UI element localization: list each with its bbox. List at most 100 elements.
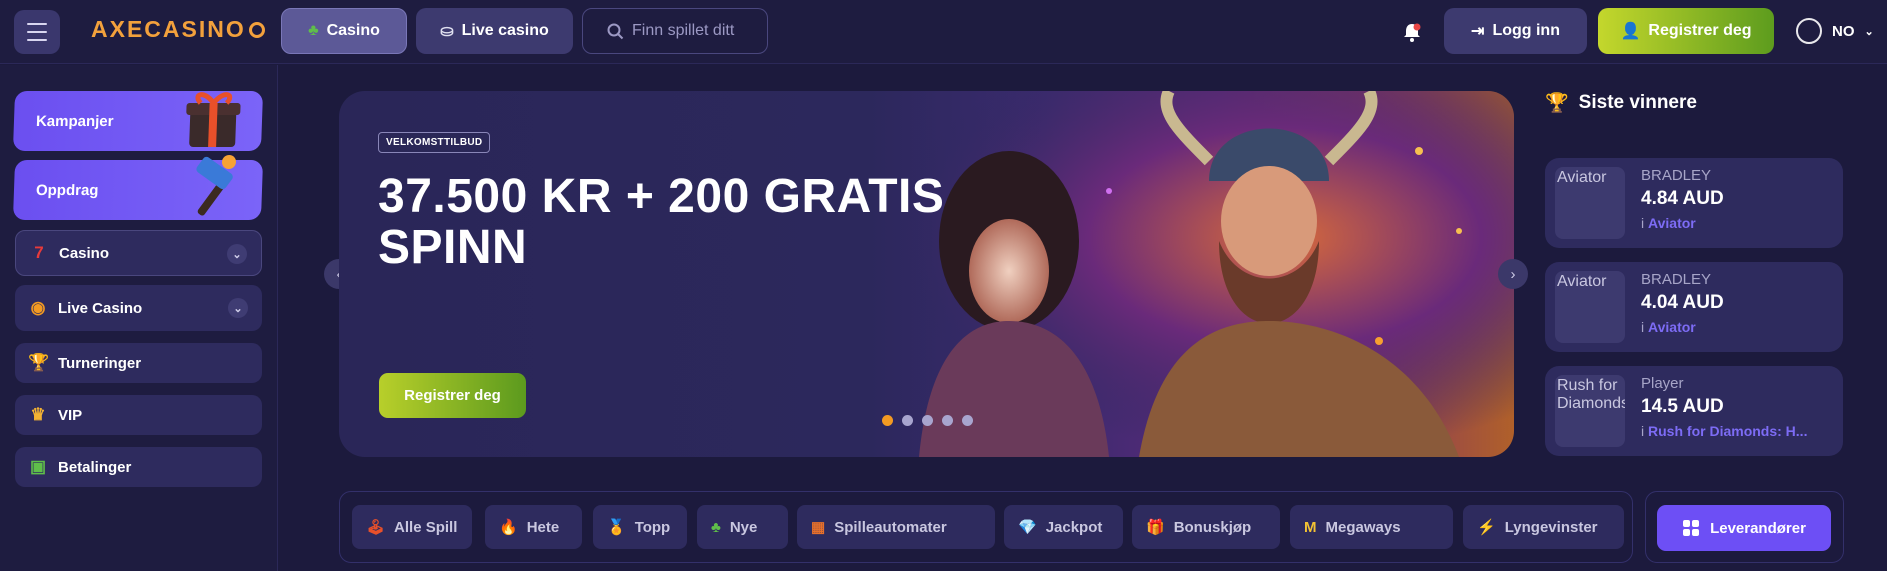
providers-button[interactable]: Leverandører [1657,505,1831,551]
winner-name: Player [1641,375,1684,392]
sidebar-item-turneringer[interactable]: 🏆 Turneringer [15,343,262,383]
login-icon: ⇥ [1471,23,1485,40]
sidebar: Kampanjer Oppdrag 7 Casino ⌄ ◉ Live Casi… [0,65,278,571]
category-label: Megaways [1325,518,1401,536]
category-alle-spill[interactable]: 🕹 Alle Spill [352,505,472,549]
pagination-dot[interactable] [922,415,933,426]
winner-game-link[interactable]: Aviator [1648,215,1696,231]
hero-banner: VELKOMSTTILBUD 37.500 KR + 200 GRATIS SP… [339,91,1514,457]
sidebar-item-label: VIP [58,406,83,424]
game-thumbnail[interactable]: Aviator [1555,167,1625,239]
sidebar-item-vip[interactable]: ♛ VIP [15,395,262,435]
banner-next-arrow[interactable]: › [1498,259,1528,289]
sidebar-item-betalinger[interactable]: ▣ Betalinger [15,447,262,487]
trophy-icon: 🏆 [1545,93,1569,114]
winner-name: BRADLEY [1641,271,1712,288]
sidebar-item-label: Live Casino [58,299,143,317]
lightning-icon: ⚡ [1477,519,1496,536]
gift-box-icon [186,92,241,147]
nav-live-casino-label: Live casino [461,22,549,39]
category-label: Jackpot [1045,518,1103,536]
banner-pagination [882,415,973,426]
banner-register-button[interactable]: Registrer deg [379,373,526,418]
winner-game: i Rush for Diamonds: H... [1641,423,1837,439]
pagination-dot[interactable] [962,415,973,426]
register-label: Registrer deg [1648,22,1752,39]
winner-game-link[interactable]: Aviator [1648,319,1696,335]
bell-icon[interactable] [1399,19,1425,45]
chevron-down-icon[interactable]: ⌄ [228,298,248,318]
site-logo[interactable]: AXECASINO [91,16,265,43]
sevens-icon: 7 [34,243,44,262]
latest-winners-title: 🏆 Siste vinnere [1545,91,1697,115]
nav-casino-button[interactable]: ♣ Casino [281,8,407,54]
category-label: Alle Spill [394,518,458,536]
menu-button[interactable] [14,10,60,54]
pagination-dot[interactable] [902,415,913,426]
sidebar-promo-kampanjer[interactable]: Kampanjer [12,91,264,151]
search-placeholder: Finn spillet ditt [632,22,735,39]
wallet-icon: ▣ [29,457,47,476]
winner-card[interactable]: Aviator BRADLEY 4.84 AUD i Aviator [1545,158,1843,248]
game-thumbnail[interactable]: Aviator [1555,271,1625,343]
pagination-dot[interactable] [942,415,953,426]
sidebar-promo-oppdrag[interactable]: Oppdrag [12,155,264,220]
category-bonuskjop[interactable]: 🎁 Bonuskjøp [1132,505,1280,549]
megaways-icon: M [1304,518,1317,536]
viking-couple-artwork [859,91,1514,457]
medal-icon: 🏅 [607,519,626,536]
category-hete[interactable]: 🔥 Hete [485,505,582,549]
joystick-icon: 🕹 [366,519,386,536]
fire-icon: 🔥 [499,519,518,536]
category-nye[interactable]: ♣ Nye [697,505,788,549]
category-spilleautomater[interactable]: ▦ Spilleautomater [797,505,995,549]
nav-casino-label: Casino [326,22,380,39]
sidebar-item-live-casino[interactable]: ◉ Live Casino ⌄ [15,285,262,331]
category-label: Bonuskjøp [1173,518,1252,536]
crown-icon: ♛ [30,405,46,424]
winner-card[interactable]: Aviator BRADLEY 4.04 AUD i Aviator [1545,262,1843,352]
dealer-icon: ⛀ [440,23,454,40]
providers-panel: Leverandører [1645,491,1844,563]
nav-live-casino-button[interactable]: ⛀ Live casino [416,8,573,54]
promo-label: Kampanjer [35,112,114,130]
promo-label: Oppdrag [35,181,99,199]
register-button[interactable]: 👤 Registrer deg [1598,8,1774,54]
roulette-icon: ◉ [30,298,46,317]
diamond-icon: 💎 [1018,519,1037,536]
winner-card[interactable]: Rush for Diamonds Player 14.5 AUD i Rush… [1545,366,1843,456]
clover-icon: ♣ [308,22,319,39]
clover-icon: ♣ [711,518,721,536]
language-selector[interactable]: NO ⌄ [1796,18,1874,44]
trophy-icon: 🏆 [28,353,50,372]
category-topp[interactable]: 🏅 Topp [593,505,687,549]
game-thumbnail[interactable]: Rush for Diamonds [1555,375,1625,447]
search-box[interactable]: Finn spillet ditt [582,8,768,54]
sidebar-item-label: Betalinger [58,458,132,476]
banner-headline: 37.500 KR + 200 GRATIS SPINN [378,170,945,274]
welcome-offer-badge: VELKOMSTTILBUD [378,132,491,153]
winner-amount: 4.84 AUD [1641,188,1724,209]
login-button[interactable]: ⇥ Logg inn [1444,8,1587,54]
pagination-dot[interactable] [882,415,893,426]
winner-amount: 14.5 AUD [1641,396,1724,417]
category-label: Spilleautomater [834,518,947,536]
category-jackpot[interactable]: 💎 Jackpot [1004,505,1123,549]
gift-icon: 🎁 [1146,519,1165,536]
top-header: AXECASINO ♣ Casino ⛀ Live casino Finn spil… [0,0,1887,64]
winner-game: i Aviator [1641,319,1837,335]
category-lyngevinster[interactable]: ⚡ Lyngevinster [1463,505,1624,549]
grid-icon [1683,520,1700,536]
winners-heading: Siste vinnere [1578,92,1697,113]
category-label: Nye [729,518,758,536]
winner-game-link[interactable]: Rush for Diamonds: H... [1648,423,1807,439]
category-label: Topp [634,518,671,536]
sidebar-item-casino[interactable]: 7 Casino ⌄ [15,230,262,276]
category-megaways[interactable]: M Megaways [1290,505,1453,549]
login-label: Logg inn [1492,22,1560,39]
winner-game: i Aviator [1641,215,1837,231]
winner-game-prefix: i [1641,319,1645,335]
category-bar: 🕹 Alle Spill 🔥 Hete 🏅 Topp ♣ Nye ▦ Spilleauto… [339,491,1633,563]
chevron-down-icon[interactable]: ⌄ [227,244,247,264]
flag-icon [1796,18,1822,44]
